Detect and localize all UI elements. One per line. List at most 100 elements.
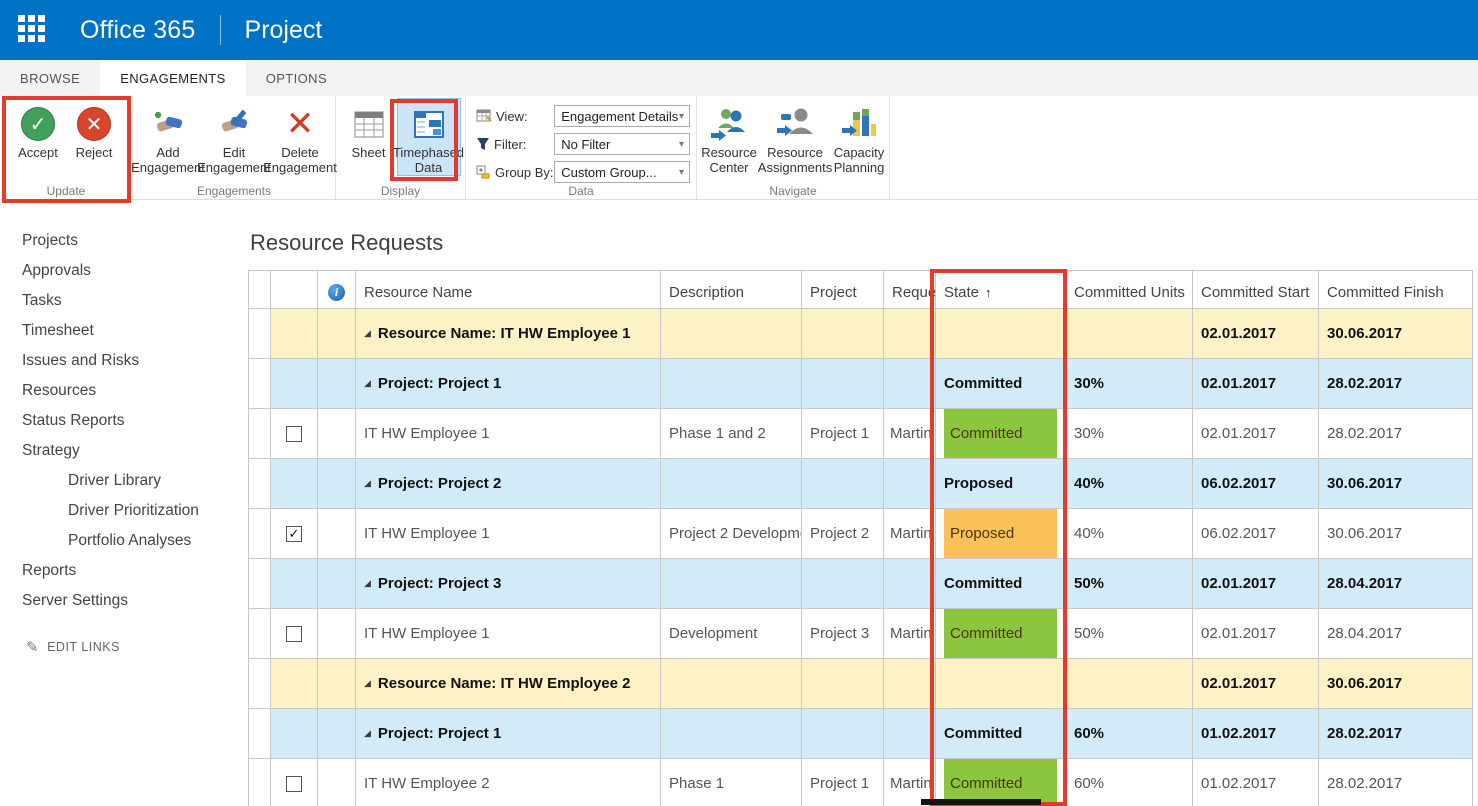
resource-name-cell: IT HW Employee 2	[356, 759, 661, 806]
sidebar-item-driver-library[interactable]: Driver Library	[0, 466, 248, 496]
row-gutter-cell	[249, 659, 271, 709]
edit-engagement-pencil-icon	[215, 104, 253, 144]
state-badge-committed: Committed	[944, 759, 1057, 806]
state-cell: Proposed	[936, 509, 1066, 559]
sort-ascending-icon: ↑	[985, 285, 992, 300]
project-group-row[interactable]: ◢Project: Project 3Committed50%02.01.201…	[249, 559, 1473, 609]
row-checkbox[interactable]	[286, 426, 302, 442]
collapse-triangle-icon[interactable]: ◢	[364, 378, 371, 388]
group-label-cell: ◢Project: Project 3	[356, 559, 661, 609]
resource-center-button[interactable]: Resource Center	[698, 98, 760, 176]
office-365-brand[interactable]: Office 365	[80, 16, 196, 45]
sidebar-item-timesheet[interactable]: Timesheet	[0, 316, 248, 346]
accept-button[interactable]: ✓ Accept	[10, 98, 66, 162]
sidebar-item-strategy[interactable]: Strategy	[0, 436, 248, 466]
column-header-project[interactable]: Project	[802, 277, 884, 309]
sidebar-item-driver-prioritization[interactable]: Driver Prioritization	[0, 496, 248, 526]
requester-cell: Martin C	[884, 509, 936, 559]
row-checkbox-checked[interactable]: ✓	[286, 526, 302, 542]
committed-units-cell	[1066, 309, 1193, 359]
committed-start-cell: 02.01.2017	[1193, 359, 1319, 409]
column-header-committed-units[interactable]: Committed Units	[1066, 277, 1193, 309]
app-launcher-icon[interactable]	[18, 15, 48, 45]
committed-units-cell: 60%	[1066, 759, 1193, 806]
column-header-state[interactable]: State↑	[936, 277, 1066, 309]
filter-dropdown[interactable]: No Filter ▾	[554, 133, 690, 155]
add-engagement-button[interactable]: Add Engagement	[135, 98, 201, 176]
view-dropdown[interactable]: Engagement Details ▾	[554, 105, 690, 127]
sidebar-item-status-reports[interactable]: Status Reports	[0, 406, 248, 436]
state-badge-committed: Committed	[944, 609, 1057, 658]
resource-group-row[interactable]: ◢Resource Name: IT HW Employee 102.01.20…	[249, 309, 1473, 359]
committed-start-cell: 02.01.2017	[1193, 409, 1319, 459]
requester-cell: Martin C	[884, 609, 936, 659]
sidebar-item-server-settings[interactable]: Server Settings	[0, 586, 248, 616]
collapse-triangle-icon[interactable]: ◢	[364, 678, 371, 688]
engagement-row[interactable]: IT HW Employee 1DevelopmentProject 3Mart…	[249, 609, 1473, 659]
row-gutter-cell	[249, 359, 271, 409]
column-header-requester[interactable]: Requester	[884, 277, 936, 309]
state-cell	[936, 309, 1066, 359]
sheet-button[interactable]: Sheet	[341, 98, 397, 162]
project-group-row[interactable]: ◢Project: Project 1Committed60%01.02.201…	[249, 709, 1473, 759]
delete-engagement-button[interactable]: ✕ Delete Engagement	[267, 98, 333, 176]
requester-cell	[884, 459, 936, 509]
tab-engagements[interactable]: ENGAGEMENTS	[100, 60, 246, 96]
chevron-down-icon: ▾	[679, 167, 684, 178]
column-header-committed-start[interactable]: Committed Start	[1193, 277, 1319, 309]
state-cell: Committed	[936, 559, 1066, 609]
collapse-triangle-icon[interactable]: ◢	[364, 578, 371, 588]
sidebar-item-approvals[interactable]: Approvals	[0, 256, 248, 286]
sidebar-item-tasks[interactable]: Tasks	[0, 286, 248, 316]
row-checkbox[interactable]	[286, 776, 302, 792]
description-cell	[661, 459, 802, 509]
committed-units-cell: 60%	[1066, 709, 1193, 759]
project-cell	[802, 309, 884, 359]
project-group-row[interactable]: ◢Project: Project 2Proposed40%06.02.2017…	[249, 459, 1473, 509]
sidebar-item-projects[interactable]: Projects	[0, 226, 248, 256]
column-header-blank[interactable]	[271, 277, 318, 309]
group-label-engagements: Engagements	[133, 184, 335, 198]
project-cell	[802, 659, 884, 709]
column-header-description[interactable]: Description	[661, 277, 802, 309]
requester-cell	[884, 359, 936, 409]
state-cell: Proposed	[936, 459, 1066, 509]
capacity-planning-button[interactable]: Capacity Planning	[830, 98, 888, 176]
tab-browse[interactable]: BROWSE	[0, 60, 100, 96]
sidebar-item-portfolio-analyses[interactable]: Portfolio Analyses	[0, 526, 248, 556]
column-header-info[interactable]: i	[318, 277, 356, 309]
engagement-row[interactable]: IT HW Employee 1Phase 1 and 2Project 1Ma…	[249, 409, 1473, 459]
suite-bar: Office 365 Project	[0, 0, 1478, 60]
groupby-label-row: Group By:	[476, 165, 554, 180]
resource-group-row[interactable]: ◢Resource Name: IT HW Employee 202.01.20…	[249, 659, 1473, 709]
edit-links-button[interactable]: ✎ EDIT LINKS	[26, 638, 248, 656]
requester-cell	[884, 709, 936, 759]
collapse-triangle-icon[interactable]: ◢	[364, 478, 371, 488]
resource-assignments-button[interactable]: Resource Assignments	[760, 98, 830, 176]
groupby-dropdown[interactable]: Custom Group... ▾	[554, 161, 690, 183]
project-group-row[interactable]: ◢Project: Project 1Committed30%02.01.201…	[249, 359, 1473, 409]
engagement-row[interactable]: ✓IT HW Employee 1Project 2 DevelopmentPr…	[249, 509, 1473, 559]
committed-units-cell	[1066, 659, 1193, 709]
row-gutter-cell	[249, 409, 271, 459]
tab-options[interactable]: OPTIONS	[246, 60, 347, 96]
info-cell	[318, 309, 356, 359]
reject-button[interactable]: ✕ Reject	[66, 98, 122, 162]
committed-finish-cell: 28.04.2017	[1319, 559, 1473, 609]
timephased-data-button[interactable]: Timephased Data	[397, 98, 461, 176]
column-header-committed-finish[interactable]: Committed Finish	[1319, 277, 1473, 309]
sidebar-item-issues-and-risks[interactable]: Issues and Risks	[0, 346, 248, 376]
column-header-blank[interactable]	[249, 277, 271, 309]
sidebar-item-resources[interactable]: Resources	[0, 376, 248, 406]
collapse-triangle-icon[interactable]: ◢	[364, 328, 371, 338]
collapse-triangle-icon[interactable]: ◢	[364, 728, 371, 738]
column-header-resource-name[interactable]: Resource Name	[356, 277, 661, 309]
engagement-row[interactable]: IT HW Employee 2Phase 1Project 1Martin C…	[249, 759, 1473, 806]
committed-finish-cell: 28.04.2017	[1319, 609, 1473, 659]
sidebar-item-reports[interactable]: Reports	[0, 556, 248, 586]
resource-name-cell: IT HW Employee 1	[356, 409, 661, 459]
group-label-cell: ◢Resource Name: IT HW Employee 2	[356, 659, 661, 709]
row-checkbox[interactable]	[286, 626, 302, 642]
edit-engagement-button[interactable]: Edit Engagement	[201, 98, 267, 176]
committed-start-cell: 06.02.2017	[1193, 509, 1319, 559]
